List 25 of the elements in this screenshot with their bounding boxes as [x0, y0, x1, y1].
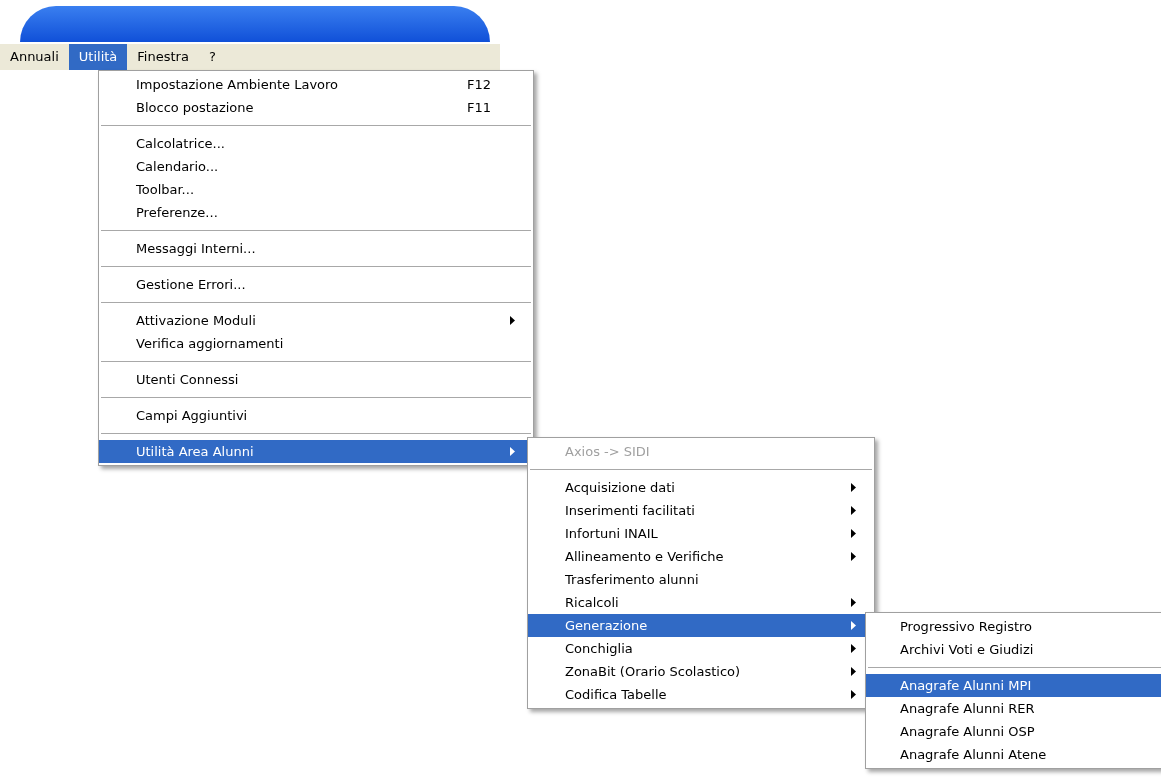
- menu-item[interactable]: Anagrafe Alunni MPI: [866, 674, 1161, 697]
- menu-item[interactable]: Allineamento e Verifiche: [528, 545, 874, 568]
- menu-item[interactable]: Attivazione Moduli: [99, 309, 533, 332]
- menu-bar-item[interactable]: Utilità: [68, 44, 128, 70]
- menu-bar-item[interactable]: Annuali: [0, 44, 69, 70]
- menu-item[interactable]: Verifica aggiornamenti: [99, 332, 533, 355]
- menu-item[interactable]: Ricalcoli: [528, 591, 874, 614]
- menu-item[interactable]: Impostazione Ambiente Lavoro F12: [99, 73, 533, 96]
- menu-item[interactable]: Calendario...: [99, 155, 533, 178]
- menu-item[interactable]: Gestione Errori...: [99, 273, 533, 296]
- menu-item[interactable]: Messaggi Interni...: [99, 237, 533, 260]
- menu-item[interactable]: Anagrafe Alunni Atene: [866, 743, 1161, 766]
- menu-item[interactable]: Anagrafe Alunni OSP: [866, 720, 1161, 743]
- menu-item[interactable]: Calcolatrice...: [99, 132, 533, 155]
- menu-item[interactable]: Infortuni INAIL: [528, 522, 874, 545]
- menu-item[interactable]: Blocco postazione F11: [99, 96, 533, 119]
- menu-item[interactable]: Acquisizione dati: [528, 476, 874, 499]
- menu-item[interactable]: Trasferimento alunni: [528, 568, 874, 591]
- menu-bar-item[interactable]: Finestra: [127, 44, 199, 70]
- menu-item[interactable]: Utenti Connessi: [99, 368, 533, 391]
- menu-item[interactable]: Campi Aggiuntivi: [99, 404, 533, 427]
- menu-bar-item[interactable]: ?: [198, 44, 226, 70]
- menu-item[interactable]: Inserimenti facilitati: [528, 499, 874, 522]
- menu-item[interactable]: Toolbar...: [99, 178, 533, 201]
- menu-item[interactable]: Preferenze...: [99, 201, 533, 224]
